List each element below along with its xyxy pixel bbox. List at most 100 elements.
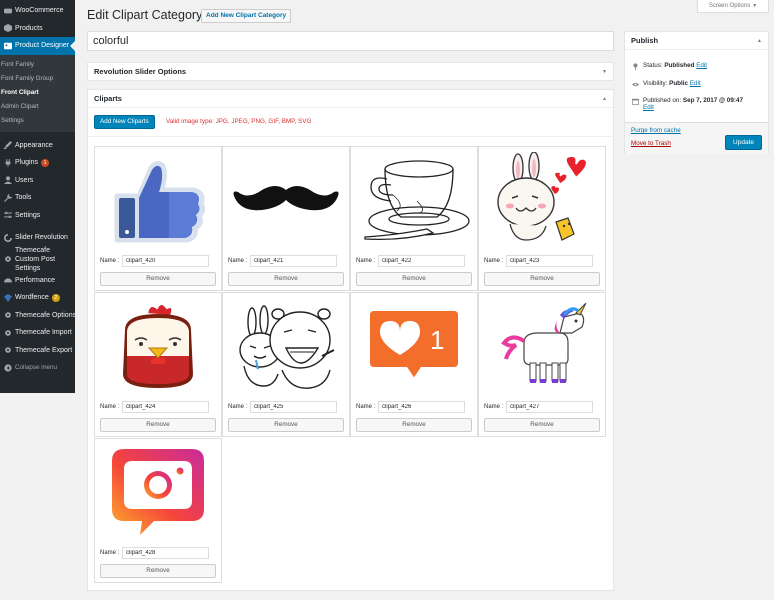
sidebar-item-label: Themecafe Custom Post Settings [15, 246, 56, 272]
publish-header[interactable]: Publish ▲ [625, 32, 768, 50]
submenu-settings[interactable]: Settings [0, 114, 75, 128]
eye-icon [631, 80, 639, 88]
edit-status-link[interactable]: Edit [696, 62, 707, 69]
sidebar-item-label: Themecafe Options [15, 311, 77, 319]
chevron-down-icon: ▼ [752, 3, 758, 9]
teacup-image [351, 147, 477, 252]
remove-clipart-button[interactable]: Remove [228, 418, 344, 432]
gear-icon [3, 255, 12, 264]
collapse-menu-button[interactable]: Collapse menu [0, 359, 75, 377]
clipart-card: Name : Remove [478, 146, 606, 291]
sidebar-item-label: Wordfence [15, 294, 49, 302]
performance-icon [3, 276, 12, 285]
cliparts-title: Cliparts [94, 94, 122, 103]
clipart-card: Name : Remove [350, 146, 478, 291]
published-date-row: Published on: Sep 7, 2017 @ 09:47 Edit [631, 97, 743, 111]
post-title-input[interactable] [87, 31, 614, 51]
move-to-trash-link[interactable]: Move to Trash [631, 140, 671, 147]
add-new-clipart-category-button[interactable]: Add New Clipart Category [201, 9, 292, 23]
add-new-cliparts-button[interactable]: Add New Cliparts [94, 115, 155, 129]
gear-icon [3, 328, 12, 337]
submenu-font-family[interactable]: Font Family [0, 58, 75, 72]
chevron-down-icon[interactable]: ▼ [602, 63, 607, 81]
sidebar-item-themecafe-custom-post-settings[interactable]: Themecafe Custom Post Settings [0, 247, 75, 272]
clipart-name-input[interactable] [122, 547, 209, 559]
screen-options-label: Screen Options [708, 3, 751, 9]
sidebar-item-label: Performance [15, 276, 56, 284]
remove-clipart-button[interactable]: Remove [356, 418, 472, 432]
edit-visibility-link[interactable]: Edit [690, 80, 701, 87]
publish-title: Publish [631, 36, 659, 45]
visibility-value: Public [669, 80, 689, 87]
sidebar-item-users[interactable]: Users [0, 172, 75, 190]
publish-box: Publish ▲ Status: Published Edit Visibil… [624, 31, 769, 154]
edit-date-link[interactable]: Edit [643, 104, 654, 111]
name-label: Name : [228, 404, 248, 410]
valid-image-types-note: Valid image type: JPG, JPEG, PNG, GIF, B… [166, 118, 312, 125]
revolution-slider-options-header[interactable]: Revolution Slider Options ▼ [88, 63, 613, 81]
sidebar-item-product-designer[interactable]: Product Designer [0, 37, 75, 55]
sidebar-item-label: Plugins [15, 159, 38, 167]
clipart-name-input[interactable] [250, 255, 337, 267]
bunny-hearts-image [479, 147, 605, 252]
sidebar-item-themecafe-export[interactable]: Themecafe Export [0, 342, 75, 360]
gear-icon [3, 346, 12, 355]
remove-clipart-button[interactable]: Remove [356, 272, 472, 286]
sidebar-item-plugins[interactable]: Plugins 1 [0, 154, 75, 172]
sidebar-item-woocommerce[interactable]: WooCommerce [0, 2, 75, 20]
chevron-up-icon[interactable]: ▲ [602, 90, 607, 108]
revolution-slider-options-title: Revolution Slider Options [94, 67, 187, 76]
remove-clipart-button[interactable]: Remove [228, 272, 344, 286]
sidebar-item-themecafe-options[interactable]: Themecafe Options [0, 307, 77, 325]
woocommerce-icon [3, 6, 12, 15]
mustache-image [223, 147, 349, 252]
admin-sidebar: WooCommerce Products Product Designer Fo… [0, 0, 77, 393]
purge-from-cache-link[interactable]: Purge from cache [631, 127, 681, 134]
clipart-name-input[interactable] [378, 255, 465, 267]
sidebar-item-tools[interactable]: Tools [0, 189, 75, 207]
status-label: Status: [643, 62, 663, 69]
clipart-name-input[interactable] [122, 255, 209, 267]
clipart-name-input[interactable] [378, 401, 465, 413]
remove-clipart-button[interactable]: Remove [100, 418, 216, 432]
sidebar-item-wordfence[interactable]: Wordfence 2 [0, 289, 75, 307]
submenu-font-family-group[interactable]: Font Family Group [0, 72, 75, 86]
cliparts-header[interactable]: Cliparts ▲ [88, 90, 613, 108]
cliparts-box: Cliparts ▲ Add New Cliparts Valid image … [87, 89, 614, 591]
remove-clipart-button[interactable]: Remove [100, 272, 216, 286]
sidebar-item-performance[interactable]: Performance [0, 272, 75, 290]
sidebar-item-settings[interactable]: Settings [0, 207, 75, 225]
remove-clipart-button[interactable]: Remove [484, 272, 600, 286]
products-icon [3, 24, 12, 33]
chevron-up-icon[interactable]: ▲ [757, 32, 762, 50]
update-button[interactable]: Update [725, 135, 762, 150]
remove-clipart-button[interactable]: Remove [100, 564, 216, 578]
divider [88, 136, 613, 137]
sidebar-item-products[interactable]: Products [0, 20, 75, 38]
sidebar-item-slider-revolution[interactable]: Slider Revolution [0, 229, 75, 247]
clipart-name-input[interactable] [506, 255, 593, 267]
wordfence-alert-badge: 2 [51, 293, 60, 302]
settings-icon [3, 211, 12, 220]
screen-options-toggle[interactable]: Screen Options ▼ [697, 0, 769, 13]
thumbs-up-image [95, 147, 221, 252]
wordfence-icon [3, 293, 12, 302]
sidebar-item-label: Users [15, 176, 34, 184]
submenu-front-clipart[interactable]: Front Clipart [0, 86, 75, 100]
collapse-menu-label: Collapse menu [15, 364, 58, 372]
tools-icon [3, 193, 12, 202]
remove-clipart-button[interactable]: Remove [484, 418, 600, 432]
published-label: Published on: [643, 97, 682, 104]
instagram-logo-image [95, 439, 221, 544]
submenu-admin-clipart[interactable]: Admin Clipart [0, 100, 75, 114]
name-label: Name : [484, 258, 504, 264]
clipart-name-input[interactable] [250, 401, 337, 413]
sidebar-item-appearance[interactable]: Appearance [0, 137, 75, 155]
clipart-name-input[interactable] [122, 401, 209, 413]
sidebar-item-label: Product Designer [15, 42, 70, 50]
gear-icon [3, 311, 12, 320]
clipart-name-input[interactable] [506, 401, 593, 413]
name-label: Name : [100, 258, 120, 264]
sidebar-item-themecafe-import[interactable]: Themecafe Import [0, 324, 75, 342]
visibility-label: Visibility: [643, 80, 668, 87]
